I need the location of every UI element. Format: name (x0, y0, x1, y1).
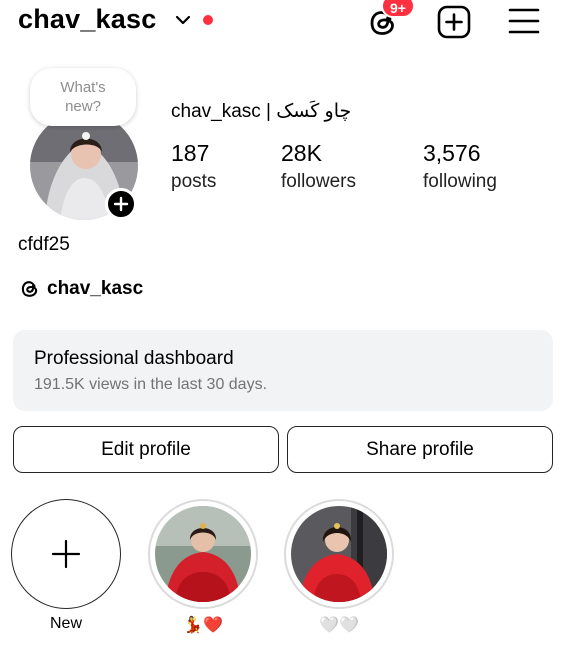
dashboard-title: Professional dashboard (34, 348, 234, 369)
threads-handle: chav_kasc (47, 278, 144, 299)
plus-icon (51, 539, 81, 569)
stat-following[interactable]: 3,576 following (423, 140, 497, 193)
highlight-ring (148, 499, 258, 609)
stat-followers[interactable]: 28K followers (281, 140, 356, 193)
highlight-photo (155, 506, 251, 602)
stat-label: followers (281, 171, 356, 192)
account-switcher-title[interactable]: chav_kasc (18, 4, 156, 35)
chevron-down-icon[interactable] (174, 11, 192, 29)
highlight-item[interactable]: 🤍🤍 (284, 499, 394, 635)
highlight-label: 💃❤️ (183, 617, 223, 634)
plus-icon (113, 196, 129, 212)
notification-badge[interactable]: 9+ (381, 0, 415, 18)
note-prompt: What's new? (60, 79, 106, 115)
highlight-new[interactable]: New (11, 499, 121, 633)
new-highlight-circle (11, 499, 121, 609)
highlight-item[interactable]: 💃❤️ (148, 499, 258, 635)
create-post-icon[interactable] (437, 5, 471, 39)
stat-value: 187 (171, 140, 210, 166)
add-story-button[interactable] (105, 188, 137, 220)
stat-value: 3,576 (423, 140, 481, 166)
full-name: chav_kasc | چاو کَسک (171, 101, 352, 122)
highlight-ring (284, 499, 394, 609)
unread-dot (203, 15, 213, 25)
highlight-cover (291, 506, 387, 602)
note-bubble[interactable]: What's new? (30, 68, 136, 126)
bio-text: cfdf25 (18, 234, 70, 255)
stat-value: 28K (281, 140, 322, 166)
highlight-label: New (49, 615, 82, 632)
dashboard-subtitle: 191.5K views in the last 30 days. (34, 376, 268, 393)
threads-profile-link[interactable]: chav_kasc (19, 277, 143, 301)
professional-dashboard[interactable]: Professional dashboard 191.5K views in t… (13, 330, 553, 411)
highlight-label: 🤍🤍 (319, 617, 359, 634)
share-profile-button[interactable]: Share profile (287, 426, 553, 473)
threads-icon (21, 281, 38, 297)
highlight-photo (291, 506, 387, 602)
stat-posts[interactable]: 187 posts (171, 140, 216, 193)
highlight-cover (155, 506, 251, 602)
edit-profile-button[interactable]: Edit profile (13, 426, 279, 473)
stat-label: posts (171, 171, 217, 192)
top-bar: chav_kasc 9+ (0, 0, 571, 46)
menu-icon[interactable] (508, 6, 540, 36)
stat-label: following (423, 171, 497, 192)
